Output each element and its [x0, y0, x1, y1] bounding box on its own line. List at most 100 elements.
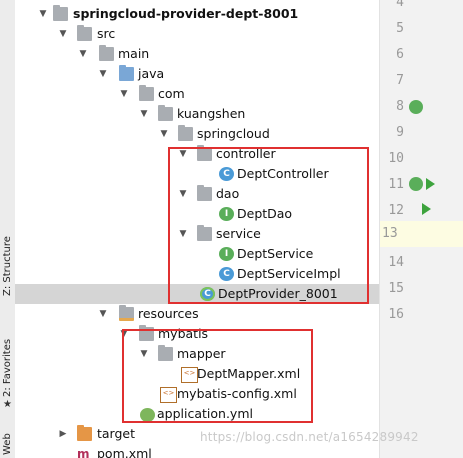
- interface-icon: I: [219, 247, 234, 261]
- favorites-tab[interactable]: ★ 2: Favorites: [1, 330, 14, 410]
- tool-window-strip: Z: Structure ★ 2: Favorites Web: [0, 0, 16, 458]
- tree-item-deptmapper[interactable]: <> DeptMapper.xml: [15, 364, 379, 384]
- run-icon[interactable]: [426, 178, 435, 190]
- chevron-down-icon[interactable]: ▼: [138, 344, 150, 364]
- spring-bean-icon[interactable]: [409, 100, 423, 114]
- tree-item-java[interactable]: ▼ java: [15, 64, 379, 84]
- favorites-tab-label: 2: Favorites: [2, 338, 13, 397]
- line-number: 5: [396, 21, 404, 36]
- tree-item-deptcontroller[interactable]: C DeptController: [15, 164, 379, 184]
- tree-item-main[interactable]: ▼ main: [15, 44, 379, 64]
- tree-item-label: mapper: [177, 346, 226, 361]
- line-number: 8: [396, 99, 404, 114]
- line-number: 15: [388, 281, 404, 296]
- chevron-down-icon[interactable]: ▼: [158, 124, 170, 144]
- folder-icon: [158, 345, 173, 361]
- tree-item-dao[interactable]: ▼ dao: [15, 184, 379, 204]
- editor-gutter: 4 5 6 7 8 9 10 11 12 13 14 15 16: [379, 0, 463, 458]
- tree-item-deptdao[interactable]: I DeptDao: [15, 204, 379, 224]
- tree-item-label: controller: [216, 146, 276, 161]
- line-number: 14: [388, 255, 404, 270]
- tree-item-label: application.yml: [157, 406, 253, 421]
- chevron-down-icon[interactable]: ▼: [37, 4, 49, 24]
- package-icon: [158, 105, 173, 121]
- package-icon: [197, 185, 212, 201]
- spring-boot-class-icon: C: [200, 287, 215, 301]
- star-icon: ★: [2, 399, 13, 410]
- tree-item-service[interactable]: ▼ service: [15, 224, 379, 244]
- chevron-down-icon[interactable]: ▼: [57, 24, 69, 44]
- class-icon: C: [219, 267, 234, 281]
- web-tab[interactable]: Web: [1, 425, 14, 455]
- tree-item-label: src: [97, 26, 116, 41]
- chevron-down-icon[interactable]: ▼: [77, 44, 89, 64]
- tree-item-mybatis-config[interactable]: <> mybatis-config.xml: [15, 384, 379, 404]
- chevron-down-icon[interactable]: ▼: [177, 144, 189, 164]
- line-number: 9: [396, 125, 404, 140]
- chevron-down-icon[interactable]: ▼: [118, 324, 130, 344]
- tree-item-label: kuangshen: [177, 106, 246, 121]
- module-folder-icon: [53, 5, 68, 21]
- tree-item-label: DeptService: [237, 246, 314, 261]
- tree-item-label: DeptProvider_8001: [218, 286, 338, 301]
- tree-item-deptservice[interactable]: I DeptService: [15, 244, 379, 264]
- spring-bean-icon[interactable]: [409, 177, 423, 191]
- structure-tab[interactable]: Z: Structure: [1, 226, 14, 296]
- tree-item-label: service: [216, 226, 261, 241]
- tree-item-resources[interactable]: ▼ resources: [15, 304, 379, 324]
- maven-file-icon: m: [77, 447, 90, 458]
- tree-item-module[interactable]: ▼ springcloud-provider-dept-8001: [15, 4, 379, 24]
- chevron-right-icon[interactable]: ▶: [57, 424, 69, 444]
- tree-item-mapper[interactable]: ▼ mapper: [15, 344, 379, 364]
- chevron-down-icon[interactable]: ▼: [138, 104, 150, 124]
- tree-item-pom[interactable]: m pom.xml: [15, 444, 379, 458]
- folder-icon: [139, 325, 154, 341]
- package-icon: [178, 125, 193, 141]
- tree-item-deptprovider[interactable]: C DeptProvider_8001: [15, 284, 379, 304]
- tree-item-application-yml[interactable]: application.yml: [15, 404, 379, 424]
- chevron-down-icon[interactable]: ▼: [97, 64, 109, 84]
- line-number: 7: [396, 73, 404, 88]
- current-line-number: 13: [380, 221, 463, 247]
- line-number: 6: [396, 47, 404, 62]
- folder-icon: [99, 45, 114, 61]
- chevron-down-icon[interactable]: ▼: [177, 184, 189, 204]
- tree-item-label: java: [138, 66, 165, 81]
- tree-item-label: resources: [138, 306, 199, 321]
- tree-item-com[interactable]: ▼ com: [15, 84, 379, 104]
- tree-item-label: com: [158, 86, 185, 101]
- line-number: 11: [388, 177, 404, 192]
- tree-item-label: main: [118, 46, 150, 61]
- interface-icon: I: [219, 207, 234, 221]
- line-number: 4: [396, 0, 404, 10]
- xml-file-icon: <>: [181, 367, 198, 383]
- tree-item-controller[interactable]: ▼ controller: [15, 144, 379, 164]
- tree-item-springcloud[interactable]: ▼ springcloud: [15, 124, 379, 144]
- run-icon[interactable]: [422, 203, 431, 215]
- resources-folder-icon: [119, 305, 134, 321]
- line-number: 10: [388, 151, 404, 166]
- package-icon: [139, 85, 154, 101]
- package-icon: [197, 145, 212, 161]
- tree-item-label: dao: [216, 186, 240, 201]
- tree-item-label: mybatis: [158, 326, 209, 341]
- tree-item-label: pom.xml: [97, 446, 152, 458]
- tree-item-label: mybatis-config.xml: [177, 386, 297, 401]
- tree-item-mybatis[interactable]: ▼ mybatis: [15, 324, 379, 344]
- tree-item-deptserviceimpl[interactable]: C DeptServiceImpl: [15, 264, 379, 284]
- excluded-folder-icon: [77, 425, 92, 441]
- chevron-down-icon[interactable]: ▼: [97, 304, 109, 324]
- tree-item-kuangshen[interactable]: ▼ kuangshen: [15, 104, 379, 124]
- watermark: https://blog.csdn.net/a1654289942: [200, 430, 419, 444]
- tree-item-label: DeptServiceImpl: [237, 266, 341, 281]
- tree-item-label: DeptDao: [237, 206, 293, 221]
- chevron-down-icon[interactable]: ▼: [118, 84, 130, 104]
- tree-item-label: springcloud: [197, 126, 270, 141]
- chevron-down-icon[interactable]: ▼: [177, 224, 189, 244]
- tree-item-label: springcloud-provider-dept-8001: [73, 6, 299, 21]
- structure-tab-label: Z: Structure: [2, 236, 13, 296]
- source-folder-icon: [119, 65, 134, 81]
- folder-icon: [77, 25, 92, 41]
- tree-item-src[interactable]: ▼ src: [15, 24, 379, 44]
- tree-item-label: DeptMapper.xml: [197, 366, 301, 381]
